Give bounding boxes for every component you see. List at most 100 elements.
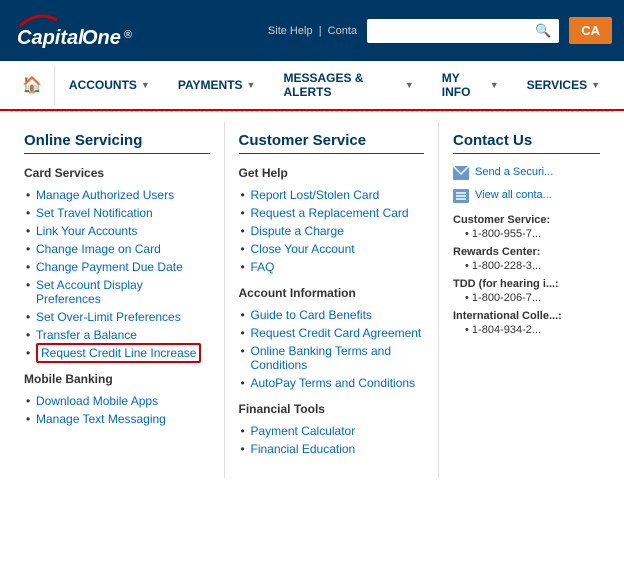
set-account-display-link[interactable]: Set Account Display Preferences: [36, 278, 143, 306]
change-payment-due-date-link[interactable]: Change Payment Due Date: [36, 260, 183, 274]
list-item: Guide to Card Benefits: [239, 306, 425, 324]
svg-text:Capital: Capital: [17, 27, 84, 49]
list-item: Set Travel Notification: [24, 204, 210, 222]
send-secure-link[interactable]: Send a Securi...: [475, 166, 553, 178]
account-info-heading: Account Information: [239, 286, 425, 300]
nav-accounts[interactable]: ACCOUNTS ▼: [55, 68, 164, 102]
financial-education-link[interactable]: Financial Education: [251, 442, 356, 456]
guide-benefits-link[interactable]: Guide to Card Benefits: [251, 308, 372, 322]
mobile-banking-heading: Mobile Banking: [24, 372, 210, 386]
list-item: Change Payment Due Date: [24, 258, 210, 276]
list-item: FAQ: [239, 258, 425, 276]
customer-service-title: Customer Service: [239, 132, 425, 154]
get-help-heading: Get Help: [239, 166, 425, 180]
contact-us-title: Contact Us: [453, 132, 600, 154]
tdd-number: 1-800-206-7...: [453, 292, 600, 304]
nav-services[interactable]: SERVICES ▼: [513, 68, 614, 102]
get-help-list: Report Lost/Stolen Card Request a Replac…: [239, 186, 425, 276]
account-info-list: Guide to Card Benefits Request Credit Ca…: [239, 306, 425, 392]
online-servicing-title: Online Servicing: [24, 132, 210, 154]
manage-text-messaging-link[interactable]: Manage Text Messaging: [36, 412, 166, 426]
nav-payments[interactable]: PAYMENTS ▼: [164, 68, 270, 102]
customer-service-phone-label: Customer Service:: [453, 214, 600, 226]
list-item: Set Account Display Preferences: [24, 276, 210, 308]
faq-link[interactable]: FAQ: [251, 260, 275, 274]
list-item: Online Banking Terms and Conditions: [239, 342, 425, 374]
svg-text:One: One: [82, 27, 121, 49]
list-item: Request Credit Line Increase: [24, 344, 210, 362]
link-your-accounts-link[interactable]: Link Your Accounts: [36, 224, 137, 238]
envelope-icon: [453, 166, 469, 183]
contact-us-col: Contact Us Send a Securi... View all con…: [439, 122, 614, 478]
set-travel-notification-link[interactable]: Set Travel Notification: [36, 206, 153, 220]
search-button[interactable]: 🔍: [527, 19, 559, 43]
list-item: Close Your Account: [239, 240, 425, 258]
close-account-link[interactable]: Close Your Account: [251, 242, 355, 256]
main-nav: 🏠 ACCOUNTS ▼ PAYMENTS ▼ MESSAGES & ALERT…: [0, 61, 624, 111]
site-help-links: Site Help | Conta: [268, 25, 357, 37]
mobile-banking-list: Download Mobile Apps Manage Text Messagi…: [24, 392, 210, 428]
nav-home-button[interactable]: 🏠: [10, 65, 55, 105]
set-over-limit-link[interactable]: Set Over-Limit Preferences: [36, 310, 181, 324]
list-item: Dispute a Charge: [239, 222, 425, 240]
ca-button[interactable]: CA: [569, 17, 612, 44]
online-servicing-col: Online Servicing Card Services Manage Au…: [10, 122, 225, 478]
view-all-contacts-link[interactable]: View all conta...: [475, 189, 552, 201]
payments-arrow-icon: ▼: [247, 80, 256, 90]
contact-link[interactable]: Conta: [328, 25, 357, 37]
financial-tools-heading: Financial Tools: [239, 402, 425, 416]
card-services-list: Manage Authorized Users Set Travel Notif…: [24, 186, 210, 362]
list-item: Financial Education: [239, 440, 425, 458]
international-number: 1-804-934-2...: [453, 324, 600, 336]
autopay-terms-link[interactable]: AutoPay Terms and Conditions: [251, 376, 416, 390]
tdd-label: TDD (for hearing i...:: [453, 278, 600, 290]
request-replacement-link[interactable]: Request a Replacement Card: [251, 206, 409, 220]
phone-sections: Customer Service: 1-800-955-7... Rewards…: [453, 214, 600, 336]
online-banking-terms-link[interactable]: Online Banking Terms and Conditions: [251, 344, 392, 372]
change-image-link[interactable]: Change Image on Card: [36, 242, 161, 256]
logo-container: Capital One ®: [12, 8, 142, 53]
site-help-link[interactable]: Site Help: [268, 25, 313, 37]
list-item: Request Credit Card Agreement: [239, 324, 425, 342]
download-mobile-apps-link[interactable]: Download Mobile Apps: [36, 394, 158, 408]
list-item: AutoPay Terms and Conditions: [239, 374, 425, 392]
svg-text:®: ®: [124, 29, 132, 41]
services-arrow-icon: ▼: [591, 80, 600, 90]
card-services-heading: Card Services: [24, 166, 210, 180]
header: Capital One ® Site Help | Conta 🔍 CA: [0, 0, 624, 61]
manage-authorized-users-link[interactable]: Manage Authorized Users: [36, 188, 174, 202]
list-item: Transfer a Balance: [24, 326, 210, 344]
send-secure-item: Send a Securi...: [453, 166, 600, 183]
international-label: International Colle...:: [453, 310, 600, 322]
request-credit-line-link[interactable]: Request Credit Line Increase: [36, 343, 201, 363]
accounts-arrow-icon: ▼: [141, 80, 150, 90]
search-bar: 🔍: [367, 19, 559, 43]
search-input[interactable]: [367, 20, 527, 42]
customer-service-col: Customer Service Get Help Report Lost/St…: [225, 122, 440, 478]
transfer-balance-link[interactable]: Transfer a Balance: [36, 328, 137, 342]
nav-myinfo[interactable]: MY INFO ▼: [428, 61, 513, 109]
header-right: Site Help | Conta 🔍 CA: [268, 17, 612, 44]
list-item: Download Mobile Apps: [24, 392, 210, 410]
capital-one-logo: Capital One ®: [12, 8, 142, 53]
list-item: Request a Replacement Card: [239, 204, 425, 222]
list-item: Report Lost/Stolen Card: [239, 186, 425, 204]
list-item: Change Image on Card: [24, 240, 210, 258]
list-item: Payment Calculator: [239, 422, 425, 440]
report-lost-card-link[interactable]: Report Lost/Stolen Card: [251, 188, 380, 202]
messages-arrow-icon: ▼: [405, 80, 414, 90]
dispute-charge-link[interactable]: Dispute a Charge: [251, 224, 344, 238]
customer-service-phone-number: 1-800-955-7...: [453, 228, 600, 240]
financial-tools-list: Payment Calculator Financial Education: [239, 422, 425, 458]
list-item: Manage Text Messaging: [24, 410, 210, 428]
list-item: Link Your Accounts: [24, 222, 210, 240]
payment-calculator-link[interactable]: Payment Calculator: [251, 424, 356, 438]
nav-messages[interactable]: MESSAGES & ALERTS ▼: [269, 61, 427, 109]
main-content: Online Servicing Card Services Manage Au…: [0, 112, 624, 488]
view-all-contacts-item: View all conta...: [453, 189, 600, 206]
list-item: Set Over-Limit Preferences: [24, 308, 210, 326]
list-item: Manage Authorized Users: [24, 186, 210, 204]
list-icon: [453, 189, 469, 206]
request-card-agreement-link[interactable]: Request Credit Card Agreement: [251, 326, 422, 340]
rewards-center-number: 1-800-228-3...: [453, 260, 600, 272]
